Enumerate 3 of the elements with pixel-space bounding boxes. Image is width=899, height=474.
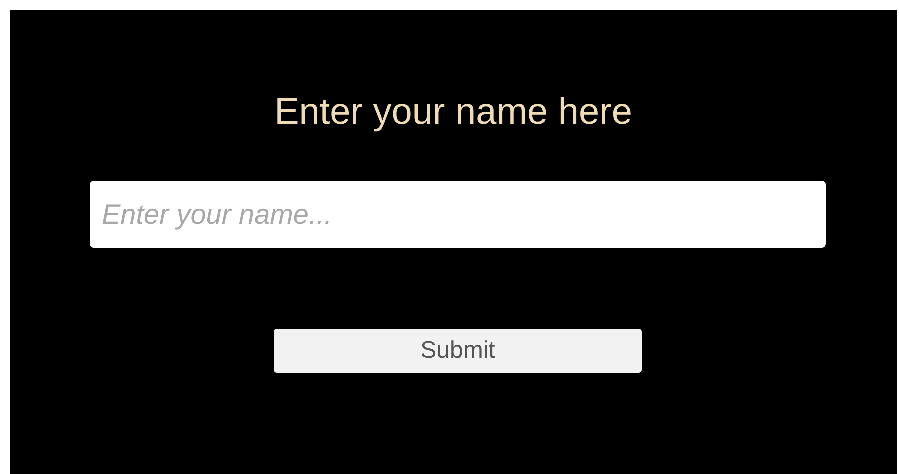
- name-input-field[interactable]: Enter your name...: [90, 181, 826, 248]
- form-title: Enter your name here: [274, 90, 634, 134]
- submit-button[interactable]: Submit: [274, 329, 642, 374]
